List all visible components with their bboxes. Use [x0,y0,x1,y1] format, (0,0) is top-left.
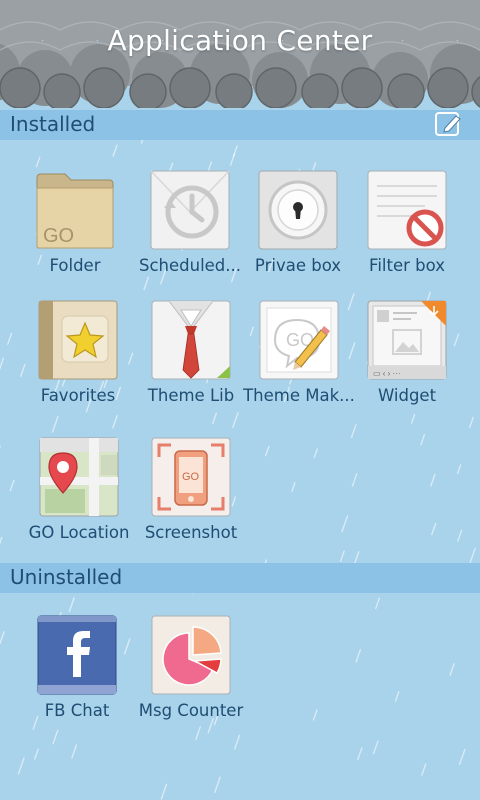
rain-streak [291,482,296,492]
app-screenshot[interactable]: GO Screenshot [135,437,247,547]
rain-streak [421,763,427,776]
rain-streak [375,597,380,610]
app-fb-chat[interactable]: FB Chat [21,615,133,725]
rain-streak [17,757,25,775]
clock-icon [150,170,230,250]
star-icon [38,300,118,380]
rain-streak [160,783,168,800]
rain-streak [351,473,358,487]
rain-streak [52,729,59,745]
app-label: Screenshot [144,523,238,542]
tie-icon [151,300,231,380]
filter-icon [367,170,447,250]
edit-icon [435,112,461,136]
uninstalled-section-header: Uninstalled [0,563,480,593]
rain-streak [312,709,318,721]
rain-streak [35,156,41,168]
rain-streak [195,726,201,741]
rain-streak [0,631,5,645]
rain-streak [229,153,236,166]
rain-streak [68,597,75,613]
app-scheduled[interactable]: Scheduled... [134,170,246,280]
rain-streak [0,536,3,545]
rain-streak [431,522,437,536]
rain-streak [355,649,362,663]
app-theme-lib[interactable]: Theme Lib [135,300,247,410]
rain-streak [357,747,363,761]
rain-streak [264,445,270,457]
rain-streak [0,357,5,370]
rain-streak [214,776,221,794]
phone-icon: GO [151,437,231,517]
rain-streak [34,748,39,760]
app-label: Filter box [369,256,445,275]
app-label: GO Location [28,523,130,542]
lock-icon [258,170,338,250]
rain-streak [234,734,241,750]
app-privae-box[interactable]: Privae box [242,170,354,280]
rain-streak [456,464,462,474]
svg-text:GO: GO [43,225,74,247]
app-filter-box[interactable]: Filter box [351,170,463,280]
rain-streak [420,434,426,446]
rain-streak [9,479,15,492]
app-label: FB Chat [44,701,110,720]
facebook-icon [37,615,117,695]
rain-streak [112,144,118,157]
app-go-location[interactable]: GO Location [23,437,135,547]
app-label: Widget [377,386,437,405]
rain-streak [468,416,474,429]
app-label: Theme Lib [147,386,235,405]
uninstalled-label: Uninstalled [10,565,123,589]
rain-streak [71,744,78,759]
rain-streak [449,663,455,676]
header: Application Center [0,0,480,108]
app-theme-maker[interactable]: GO Theme Mak... [243,300,355,410]
installed-label: Installed [10,112,96,136]
rain-streak [7,332,13,345]
rain-streak [232,145,238,157]
rain-streak [469,547,476,564]
installed-section-header: Installed [0,110,480,140]
app-label: Favorites [40,386,116,405]
widget-icon: ▭ ‹ › ··· [367,300,447,380]
svg-text:▭ ‹ › ···: ▭ ‹ › ··· [373,369,401,378]
rain-streak [51,415,59,433]
app-msg-counter[interactable]: Msg Counter [135,615,247,725]
app-label: Theme Mak... [243,386,355,405]
app-folder[interactable]: GO Folder [19,170,131,280]
map-pin-icon [39,437,119,517]
rain-streak [394,691,400,702]
pencil-icon: GO [259,300,339,380]
rain-streak [457,529,463,542]
rain-streak [341,515,349,533]
folder-icon: GO [35,170,115,250]
rain-streak [372,740,379,755]
rain-streak [232,412,239,429]
app-widget[interactable]: ▭ ‹ › ··· Widget [351,300,463,410]
pie-chart-icon [151,615,231,695]
rain-streak [212,412,218,424]
app-label: Folder [49,256,101,275]
rain-streak [339,550,345,562]
rain-streak [458,748,466,766]
rain-streak [112,415,118,429]
rain-streak [430,473,436,487]
rain-streak [410,413,416,424]
app-label: Msg Counter [138,701,244,720]
rain-streak [350,424,357,438]
page-title: Application Center [107,24,373,57]
edit-button[interactable] [434,110,462,138]
app-favorites[interactable]: Favorites [22,300,134,410]
app-label: Privae box [254,256,342,275]
app-label: Scheduled... [138,256,242,275]
rain-streak [313,448,318,459]
svg-text:GO: GO [182,471,200,483]
